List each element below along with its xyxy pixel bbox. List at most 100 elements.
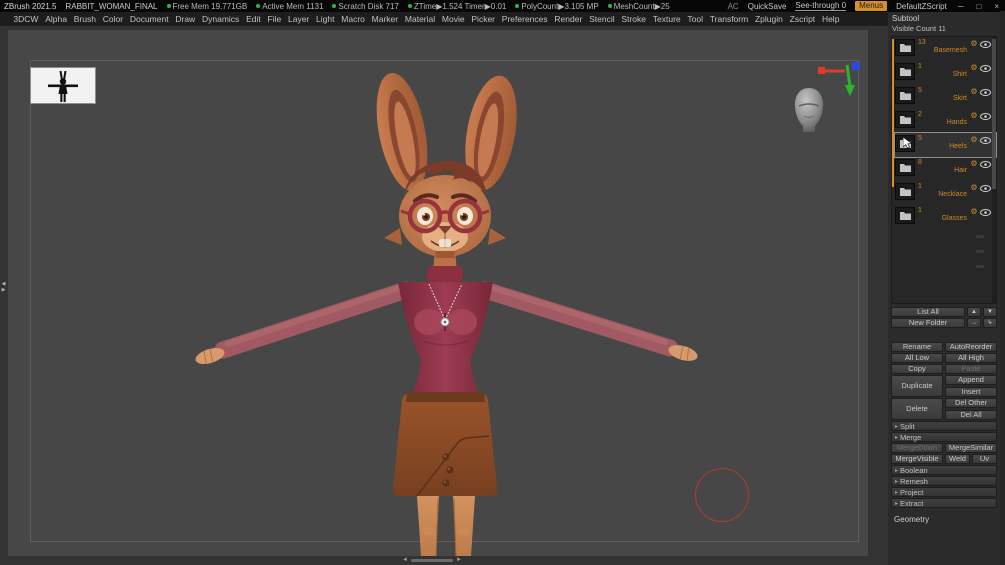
menu-item-light[interactable]: Light [313,14,338,24]
subtool-item-hair[interactable]: 8Hair ⚙ [895,157,996,181]
maximize-icon[interactable]: □ [974,2,983,11]
default-zscript-button[interactable]: DefaultZScript [896,2,947,11]
tray-scrollbar[interactable] [1000,11,1005,565]
menu-item-stroke[interactable]: Stroke [618,14,649,24]
subtool-scrollbar[interactable] [992,37,996,303]
duplicate-button[interactable]: Duplicate [891,375,943,397]
eye-icon[interactable] [979,87,991,96]
gear-icon[interactable]: ⚙ [969,183,979,193]
merge-visible-button[interactable]: MergeVisible [891,454,943,464]
menus-button[interactable]: Menus [855,1,887,11]
menu-item-zscript[interactable]: Zscript [786,14,818,24]
merge-section-header[interactable]: ▸ Merge [891,432,997,442]
scrollbar-handle[interactable] [411,559,453,562]
all-high-button[interactable]: All High [945,353,997,363]
project-section-header[interactable]: ▸ Project [891,487,997,497]
subtool-item-skirt[interactable]: 5Skirt ⚙ [895,85,996,109]
gear-icon[interactable]: ⚙ [969,63,979,73]
subtool-item-shirt[interactable]: 1Shirt ⚙ [895,61,996,85]
minimize-icon[interactable]: ─ [956,2,966,11]
close-icon[interactable]: × [992,2,1001,11]
geometry-palette-title[interactable]: Geometry [891,515,997,524]
see-through-slider[interactable]: See-through 0 [795,1,846,11]
menu-item-draw[interactable]: Draw [172,14,199,24]
menu-item-color[interactable]: Color [99,14,126,24]
del-all-button[interactable]: Del All [945,410,997,420]
canvas-horizontal-scrollbar[interactable]: ◄ ► [402,557,462,563]
divider-right-icon[interactable]: ▶ [2,287,6,293]
remesh-section-header[interactable]: ▸ Remesh [891,476,997,486]
gear-icon[interactable]: ⚙ [969,159,979,169]
merge-similar-button[interactable]: MergeSimilar [945,443,997,453]
subtool-palette-title[interactable]: Subtool [891,14,997,24]
menu-item-stencil[interactable]: Stencil [586,14,618,24]
menu-item-material[interactable]: Material [402,14,439,24]
left-tray-divider[interactable]: ◀ ▶ [0,281,7,293]
delete-button[interactable]: Delete [891,398,943,420]
menu-item-macro[interactable]: Macro [338,14,368,24]
subtool-count: 8 [918,159,922,167]
subtool-item-glasses[interactable]: 1Glasses ⚙ [895,205,996,229]
split-section-header[interactable]: ▸ Split [891,421,997,431]
menu-item-zplugin[interactable]: Zplugin [752,14,787,24]
merge-down-button[interactable]: MergeDown [891,443,943,453]
menu-item-picker[interactable]: Picker [468,14,498,24]
subtool-item-basemesh[interactable]: 13Basemesh ⚙ [895,37,996,61]
menu-item-3dcw[interactable]: 3DCW [10,14,42,24]
gear-icon[interactable]: ⚙ [969,111,979,121]
menu-item-edit[interactable]: Edit [243,14,264,24]
eye-icon[interactable] [979,159,991,168]
menu-item-document[interactable]: Document [126,14,172,24]
move-to-folder-icon[interactable]: → [967,318,981,328]
subtool-item-hands[interactable]: 2Hands ⚙ [895,109,996,133]
gear-icon[interactable]: ⚙ [969,39,979,49]
boolean-section-header[interactable]: ▸ Boolean [891,465,997,475]
gear-icon[interactable]: ⚙ [969,87,979,97]
gear-icon[interactable]: ⚙ [969,135,979,145]
document-canvas[interactable] [8,30,868,556]
autoreorder-button[interactable]: AutoReorder [945,342,997,352]
menu-item-file[interactable]: File [264,14,284,24]
eye-icon[interactable] [979,135,991,144]
stat-free-mem: Free Mem 19.771GB [167,2,248,11]
menu-item-preferences[interactable]: Preferences [498,14,551,24]
menu-item-movie[interactable]: Movie [439,14,468,24]
append-button[interactable]: Append [945,375,997,385]
move-out-folder-icon[interactable]: ↳ [983,318,997,328]
scroll-right-icon[interactable]: ► [456,557,462,563]
weld-button[interactable]: Weld [945,454,970,464]
uv-button[interactable]: Uv [972,454,997,464]
section-arrow-icon: ▸ [895,478,898,485]
copy-button[interactable]: Copy [891,364,943,374]
subtool-item-necklace[interactable]: 1Necklace ⚙ [895,181,996,205]
new-folder-button[interactable]: New Folder [891,318,965,328]
scroll-left-icon[interactable]: ◄ [402,557,408,563]
subtool-item-heels[interactable]: 5Heels ⚙ [895,133,996,157]
eye-icon[interactable] [979,183,991,192]
menu-item-tool[interactable]: Tool [684,14,706,24]
del-other-button[interactable]: Del Other [945,398,997,408]
menu-item-dynamics[interactable]: Dynamics [199,14,243,24]
eye-icon[interactable] [979,63,991,72]
menu-item-layer[interactable]: Layer [285,14,313,24]
all-low-button[interactable]: All Low [891,353,943,363]
menu-item-alpha[interactable]: Alpha [42,14,71,24]
menu-item-transform[interactable]: Transform [706,14,751,24]
subtool-down-icon[interactable]: ▼ [983,307,997,317]
quicksave-button[interactable]: QuickSave [748,2,787,11]
insert-button[interactable]: Insert [945,387,997,397]
rename-button[interactable]: Rename [891,342,943,352]
extract-section-header[interactable]: ▸ Extract [891,498,997,508]
gear-icon[interactable]: ⚙ [969,207,979,217]
menu-item-texture[interactable]: Texture [649,14,684,24]
eye-icon[interactable] [979,39,991,48]
subtool-up-icon[interactable]: ▲ [967,307,981,317]
menu-item-render[interactable]: Render [551,14,586,24]
eye-icon[interactable] [979,111,991,120]
eye-icon[interactable] [979,207,991,216]
paste-button[interactable]: Paste [945,364,997,374]
menu-item-marker[interactable]: Marker [368,14,401,24]
menu-item-help[interactable]: Help [819,14,843,24]
menu-item-brush[interactable]: Brush [70,14,99,24]
list-all-button[interactable]: List All [891,307,965,317]
